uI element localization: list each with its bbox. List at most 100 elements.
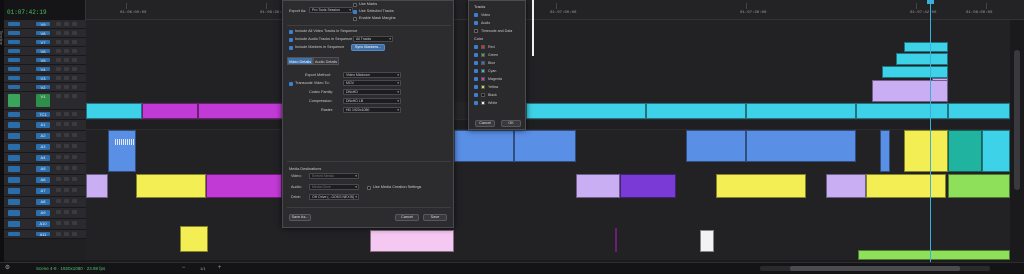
timeline-clip[interactable]: [136, 174, 206, 198]
raster-select[interactable]: HD 1920x1080: [343, 107, 401, 113]
track-header-v2[interactable]: V2: [4, 83, 86, 92]
popup-option[interactable]: Cyan: [474, 68, 496, 74]
track-header-a10[interactable]: A10: [4, 219, 86, 230]
track-control-button[interactable]: [64, 133, 69, 137]
option-checkbox[interactable]: [474, 45, 478, 50]
export-method-select[interactable]: Video Mixdown: [343, 72, 401, 78]
track-lock-button[interactable]: [56, 112, 61, 116]
track-name[interactable]: A9: [36, 210, 50, 216]
option-checkbox[interactable]: [474, 101, 478, 106]
enable-mask-margins-checkbox[interactable]: [353, 17, 357, 21]
timeline-clip[interactable]: [620, 174, 676, 198]
track-header-a7[interactable]: A7: [4, 186, 86, 197]
monitor-toggle[interactable]: [8, 94, 20, 107]
timeline-clip[interactable]: [904, 42, 948, 52]
timeline-clip[interactable]: [686, 130, 746, 162]
track-control-button[interactable]: [56, 133, 61, 137]
track-control-button[interactable]: [64, 122, 69, 126]
track-name[interactable]: A4: [36, 155, 50, 161]
monitor-toggle[interactable]: [8, 155, 20, 161]
track-control-button[interactable]: [56, 122, 61, 126]
track-lock-button[interactable]: [72, 40, 77, 44]
track-lock-button[interactable]: [72, 112, 77, 116]
track-header-a2[interactable]: A2: [4, 131, 86, 142]
timeline-clip[interactable]: [615, 228, 617, 252]
timeline-clip[interactable]: [858, 250, 1010, 260]
track-lock-button[interactable]: [56, 58, 61, 62]
video-dest-select[interactable]: Embed Media: [309, 173, 359, 179]
timeline-clip[interactable]: [948, 103, 1010, 119]
timeline-clip[interactable]: [646, 103, 746, 119]
track-control-button[interactable]: [64, 177, 69, 181]
popup-cancel-button[interactable]: Cancel: [475, 120, 495, 127]
popup-ok-button[interactable]: OK: [501, 120, 521, 127]
track-header-v7[interactable]: V7: [4, 38, 86, 47]
track-name[interactable]: V4: [36, 67, 50, 72]
use-media-creation-checkbox[interactable]: [367, 186, 371, 190]
playhead[interactable]: [927, 0, 934, 262]
popup-option[interactable]: Black: [474, 92, 497, 98]
scroll-thumb[interactable]: [1014, 50, 1020, 190]
drive-select[interactable]: OH Drive (...OOKS NEXIS): [309, 194, 359, 200]
track-control-button[interactable]: [72, 122, 77, 126]
timeline-clip[interactable]: [904, 130, 948, 172]
track-name[interactable]: A7: [36, 188, 50, 194]
track-lock-button[interactable]: [56, 76, 61, 80]
popup-option[interactable]: Yellow: [474, 84, 498, 90]
option-checkbox[interactable]: [474, 21, 478, 26]
track-lock-button[interactable]: [56, 31, 61, 35]
track-header-v5[interactable]: V5: [4, 56, 86, 65]
monitor-toggle[interactable]: [8, 133, 20, 139]
timeline-clip[interactable]: [716, 174, 806, 198]
tab-audio-details[interactable]: Audio Details: [313, 57, 339, 65]
track-name[interactable]: V1: [36, 94, 50, 107]
monitor-toggle[interactable]: [8, 49, 20, 53]
track-name[interactable]: V3: [36, 76, 50, 81]
track-lock-button[interactable]: [64, 76, 69, 80]
track-control-button[interactable]: [64, 210, 69, 214]
option-checkbox[interactable]: [474, 85, 478, 90]
track-header-a4[interactable]: A4: [4, 153, 86, 164]
audio-dest-select[interactable]: Media Drive: [309, 184, 359, 190]
track-name[interactable]: V7: [36, 40, 50, 45]
track-control-button[interactable]: [72, 166, 77, 170]
monitor-toggle[interactable]: [8, 199, 20, 205]
include-audio-checkbox[interactable]: [289, 38, 293, 42]
timeline-clip[interactable]: [746, 103, 856, 119]
track-lock-button[interactable]: [56, 40, 61, 44]
track-lock-button[interactable]: [56, 94, 61, 98]
timeline-clip[interactable]: [880, 130, 890, 172]
track-header-v6[interactable]: V6: [4, 47, 86, 56]
track-control-button[interactable]: [72, 221, 77, 225]
track-lock-button[interactable]: [64, 112, 69, 116]
track-lock-button[interactable]: [72, 31, 77, 35]
track-control-button[interactable]: [72, 210, 77, 214]
timeline-ruler[interactable]: 01:06:00:00 01:06:30:00 01:07:00:00 01:0…: [86, 0, 1024, 20]
popup-option[interactable]: Blue: [474, 60, 495, 66]
track-control-button[interactable]: [72, 177, 77, 181]
track-control-button[interactable]: [56, 199, 61, 203]
sync-markers-button[interactable]: Sync Markers...: [351, 44, 385, 51]
timeline-clip[interactable]: [206, 174, 282, 198]
track-lock-button[interactable]: [64, 22, 69, 26]
timeline-clip[interactable]: [198, 103, 286, 119]
monitor-toggle[interactable]: [8, 22, 20, 26]
option-checkbox[interactable]: [474, 69, 478, 74]
track-lock-button[interactable]: [56, 22, 61, 26]
monitor-toggle[interactable]: [8, 122, 20, 128]
timeline-clip[interactable]: [454, 130, 514, 162]
timeline-clip[interactable]: [896, 53, 948, 65]
track-control-button[interactable]: [56, 221, 61, 225]
track-lock-button[interactable]: [72, 85, 77, 89]
track-name[interactable]: V8: [36, 31, 50, 36]
popup-option[interactable]: White: [474, 100, 497, 106]
timeline-clip[interactable]: [514, 130, 576, 162]
track-control-button[interactable]: [56, 177, 61, 181]
track-control-button[interactable]: [72, 188, 77, 192]
track-control-button[interactable]: [64, 155, 69, 159]
track-name[interactable]: TC1: [36, 112, 50, 117]
popup-option[interactable]: Video: [474, 12, 490, 18]
track-name[interactable]: A1: [36, 122, 50, 128]
monitor-toggle[interactable]: [8, 85, 20, 89]
timeline-clip[interactable]: [856, 103, 948, 119]
